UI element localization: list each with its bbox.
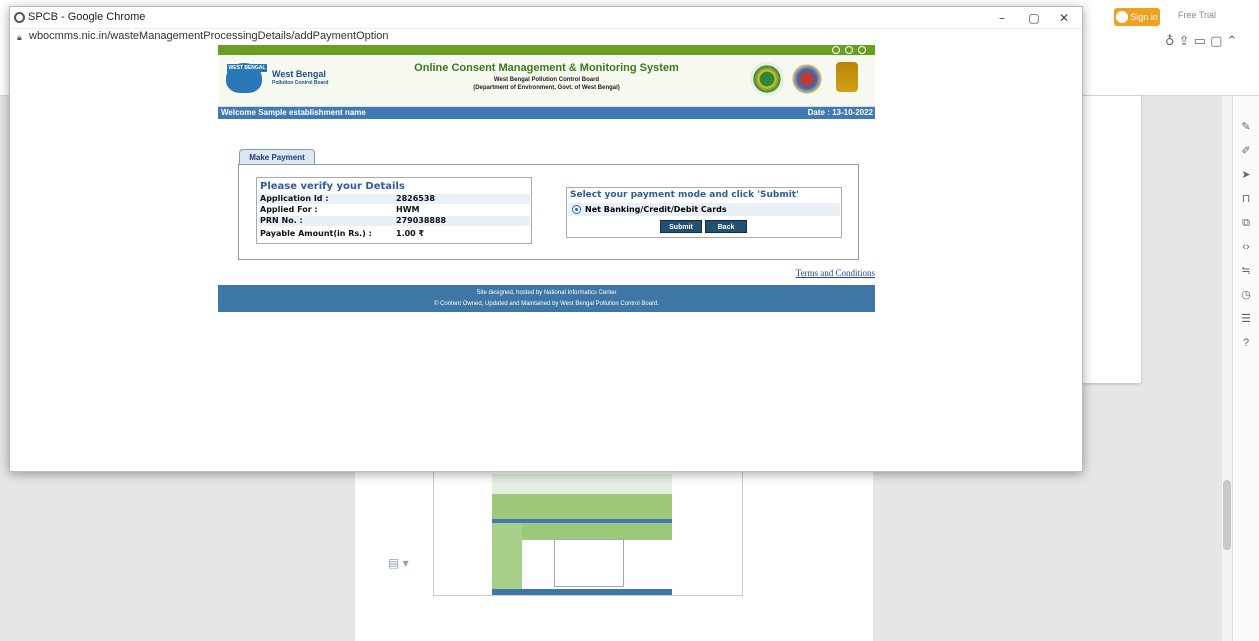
tab-make-payment[interactable]: Make Payment	[239, 149, 315, 165]
footer-ownership: © Content Owned, Updated and Maintained …	[433, 301, 660, 307]
submit-button[interactable]: Submit	[660, 220, 702, 233]
lock-icon[interactable]: 🔒︎	[17, 32, 22, 43]
payment-panel: Please verify your Details Application I…	[238, 164, 859, 260]
site-top-strip	[218, 45, 875, 55]
layers-icon[interactable]: ☰	[1239, 312, 1253, 326]
welcome-text: Welcome Sample establishment name	[221, 108, 366, 117]
avatar-icon	[1116, 10, 1129, 23]
url-text[interactable]: wbocmms.nic.in/wasteManagementProcessing…	[29, 30, 389, 42]
detail-row-prn: PRN No. : 279038888	[258, 216, 530, 226]
detail-value: 1.00 ₹	[396, 229, 425, 238]
embedded-screenshot-thumbnail	[433, 468, 743, 596]
back-button[interactable]: Back	[705, 220, 747, 233]
wbpcb-seal-icon	[750, 62, 784, 96]
payment-area: Make Payment Please verify your Details …	[218, 119, 875, 285]
maximize-button[interactable]: ▢	[1024, 9, 1044, 27]
scrollbar-track[interactable]	[1222, 96, 1232, 641]
window-title: SPCB - Google Chrome	[28, 11, 146, 23]
net-banking-radio[interactable]	[572, 205, 581, 214]
pen-icon[interactable]: ✐	[1239, 144, 1253, 158]
date-text: Date : 13-10-2022	[807, 108, 873, 117]
sign-in-label: Sign in	[1130, 12, 1158, 22]
scrollbar-thumb[interactable]	[1223, 480, 1231, 550]
payment-mode-title: Select your payment mode and click 'Subm…	[570, 190, 799, 200]
payment-mode-box: Select your payment mode and click 'Subm…	[566, 187, 842, 238]
help-icon[interactable]: ?	[1239, 336, 1253, 350]
payment-option-row[interactable]: Net Banking/Credit/Debit Cards	[568, 203, 840, 216]
chrome-icon	[14, 12, 25, 23]
sign-in-button[interactable]: Sign in	[1114, 8, 1160, 26]
detail-label: PRN No. :	[260, 216, 303, 225]
thumb-footer	[492, 589, 672, 595]
verify-title: Please verify your Details	[260, 181, 405, 192]
footer-credit: Site designed, hosted by National Inform…	[476, 290, 617, 296]
national-emblem-icon	[836, 62, 858, 92]
accessibility-icon[interactable]	[858, 46, 866, 54]
detail-row-payable-amount: Payable Amount(in Rs.) : 1.00 ₹	[258, 229, 530, 239]
site-header: WEST BENGAL West Bengal Pollution Contro…	[218, 55, 875, 107]
lock-tool-icon[interactable]: ⊓	[1239, 192, 1253, 206]
payment-option-label[interactable]: Net Banking/Credit/Debit Cards	[585, 203, 727, 216]
chrome-popup-window: SPCB - Google Chrome – ▢ ✕ 🔒︎ wbocmms.ni…	[9, 6, 1083, 472]
toolbar-icons[interactable]: ♁ ⇪ ▭ ▢ ⌃	[1165, 34, 1237, 49]
address-bar[interactable]: 🔒︎ wbocmms.nic.in/wasteManagementProcess…	[10, 29, 1082, 45]
website: WEST BENGAL West Bengal Pollution Contro…	[218, 45, 875, 318]
detail-value: 279038888	[396, 216, 447, 225]
close-button[interactable]: ✕	[1054, 9, 1074, 27]
window-titlebar[interactable]: SPCB - Google Chrome – ▢ ✕	[10, 7, 1082, 29]
detail-row-application-id: Application Id : 2826538	[258, 194, 530, 204]
history-icon[interactable]: ◷	[1239, 288, 1253, 302]
contrast-icon[interactable]	[845, 46, 853, 54]
thumb-form	[554, 539, 624, 587]
thumb-sidebar	[492, 523, 522, 591]
comment-icon[interactable]: ✎	[1239, 120, 1253, 134]
right-toolbar: ✎ ✐ ➤ ⊓ ⧉ ‹› ≒ ◷ ☰ ?	[1232, 96, 1259, 641]
copy-icon[interactable]: ⧉	[1239, 216, 1253, 230]
code-icon[interactable]: ‹›	[1239, 240, 1253, 254]
detail-value: 2826538	[396, 194, 435, 203]
site-footer: Site designed, hosted by National Inform…	[218, 285, 875, 312]
detail-row-applied-for: Applied For : HWM	[258, 205, 530, 215]
document-icon[interactable]: ▤ ▾	[388, 556, 409, 570]
detail-label: Applied For :	[260, 205, 318, 214]
terms-and-conditions-link[interactable]: Terms and Conditions	[796, 268, 875, 278]
sliders-icon[interactable]: ≒	[1239, 264, 1253, 278]
detail-label: Application Id :	[260, 194, 329, 203]
detail-label: Payable Amount(in Rs.) :	[260, 229, 372, 238]
detail-value: HWM	[396, 205, 420, 214]
minimize-button[interactable]: –	[992, 9, 1012, 27]
verify-details-box: Please verify your Details Application I…	[256, 177, 532, 244]
free-trial-link[interactable]: Free Trial	[1178, 10, 1216, 20]
west-bengal-emblem-icon	[790, 62, 824, 96]
font-size-icon[interactable]	[832, 46, 840, 54]
cursor-icon[interactable]: ➤	[1239, 168, 1253, 182]
thumb-header	[492, 474, 672, 494]
welcome-bar: Welcome Sample establishment name Date :…	[218, 107, 875, 119]
